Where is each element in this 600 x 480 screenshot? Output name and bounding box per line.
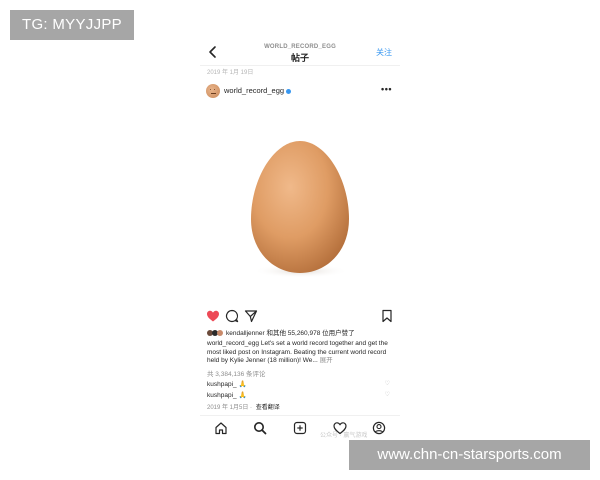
comment-username[interactable]: kushpapi_	[207, 392, 237, 399]
comment-text: 🙏	[236, 381, 247, 388]
see-translation-link[interactable]: 查看翻译	[256, 405, 280, 411]
post-image-egg[interactable]	[200, 105, 400, 305]
profile-icon[interactable]	[372, 421, 386, 435]
top-navigation-bar: WORLD_RECORD_EGG 帖子 关注	[200, 40, 400, 66]
follow-button[interactable]: 关注	[376, 47, 392, 58]
liker-username[interactable]: kendalljenner	[226, 330, 265, 337]
caption-username[interactable]: world_record_egg	[207, 340, 259, 347]
more-options-icon[interactable]: •••	[381, 84, 392, 94]
post-actions-bar	[200, 309, 400, 325]
website-badge: www.chn-cn-starsports.com	[349, 440, 590, 470]
bookmark-icon[interactable]	[380, 309, 394, 323]
verified-badge-icon	[286, 88, 292, 94]
liker-avatar	[217, 330, 223, 337]
post-username-text[interactable]: world_record_egg	[224, 86, 284, 95]
comment-icon[interactable]	[225, 309, 239, 323]
post-date-text: 2019 年 1月5日	[207, 405, 249, 411]
post-username[interactable]: world_record_egg	[224, 86, 292, 95]
post-date-top: 2019 年 1月 19日	[207, 70, 254, 76]
post-date-bottom: 2019 年 1月5日 · 查看翻译	[207, 405, 280, 411]
comment-text: 🙏	[236, 392, 247, 399]
comment-username[interactable]: kushpapi_	[207, 381, 237, 388]
view-all-comments-link[interactable]: 共 3,384,136 条评论	[207, 368, 266, 378]
like-heart-icon[interactable]	[206, 309, 220, 323]
post-header: world_record_egg •••	[200, 80, 400, 104]
list-item: kushpapi_ 🙏 ♡	[207, 380, 393, 388]
bottom-tab-bar	[200, 415, 400, 441]
chevron-left-icon[interactable]	[206, 44, 220, 60]
likes-count-text: 和其他 55,260,978 位用户赞了	[264, 330, 355, 337]
avatar[interactable]	[206, 84, 220, 98]
telegram-badge: TG: MYYJJPP	[10, 10, 134, 40]
likes-summary[interactable]: kendalljenner 和其他 55,260,978 位用户赞了	[207, 327, 397, 337]
nav-title: 帖子	[290, 53, 309, 63]
comment-like-icon[interactable]: ♡	[385, 380, 390, 387]
search-icon[interactable]	[253, 421, 267, 435]
caption-expand-link[interactable]: 展开	[318, 357, 333, 364]
add-icon[interactable]	[293, 421, 307, 435]
instagram-post-screen: WORLD_RECORD_EGG 帖子 关注 2019 年 1月 19日 wor…	[200, 40, 400, 440]
post-caption: world_record_egg Let's set a world recor…	[207, 340, 393, 366]
share-icon[interactable]	[244, 309, 258, 323]
nav-account-name: WORLD_RECORD_EGG	[264, 44, 336, 50]
comment-like-icon[interactable]: ♡	[385, 391, 390, 398]
watermark-text: 公众号 · 赢气游戏	[320, 433, 368, 439]
home-icon[interactable]	[214, 421, 228, 435]
list-item: kushpapi_ 🙏 ♡	[207, 391, 393, 399]
